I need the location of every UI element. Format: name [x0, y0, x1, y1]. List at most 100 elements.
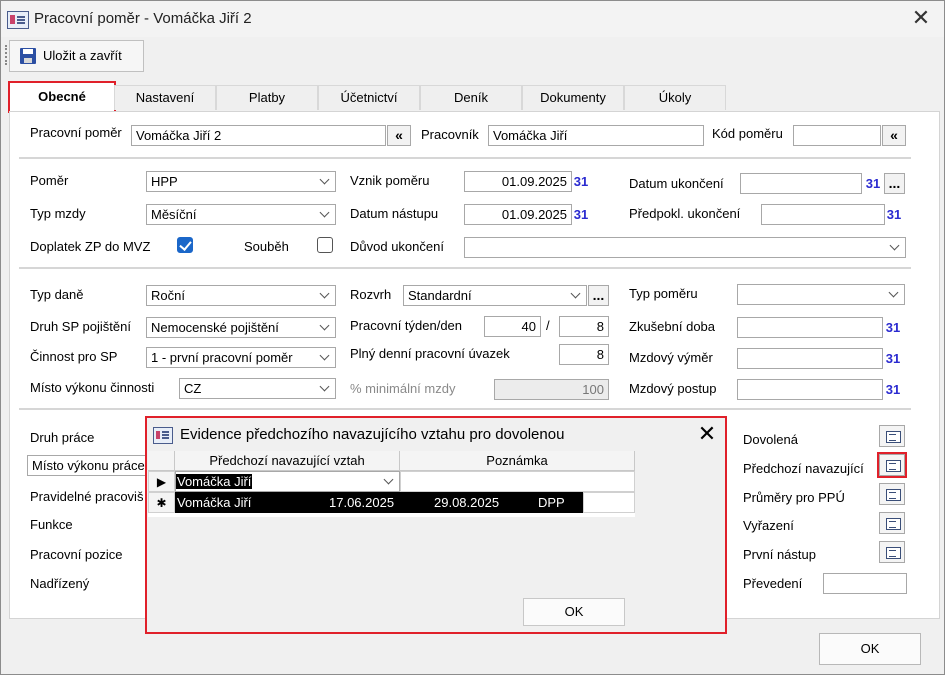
druh-sp-select[interactable]: Nemocenské pojištění [146, 317, 336, 338]
vyrazeni-form-button[interactable] [879, 512, 905, 534]
vznik-label: Vznik poměru [350, 173, 430, 188]
druh-sp-label: Druh SP pojištění [30, 319, 131, 334]
calendar-icon[interactable]: 31 [882, 379, 904, 400]
dropdown-option-from[interactable]: 17.06.2025 [327, 492, 432, 513]
den-field[interactable]: 8 [559, 316, 609, 337]
prumery-label: Průměry pro PPÚ [743, 490, 845, 505]
empty-cell[interactable] [583, 492, 635, 513]
predchozi-navazujici-form-button[interactable] [877, 452, 907, 478]
dropdown-option-name[interactable]: Vomáčka Jiří [175, 492, 327, 513]
column-header-vztah[interactable]: Předchozí navazující vztah [175, 451, 400, 471]
predchozi-navazujici-label: Předchozí navazující [743, 461, 864, 476]
grid-corner [148, 451, 175, 471]
poznamka-cell[interactable] [400, 471, 635, 492]
tyden-label: Pracovní týden/den [350, 318, 463, 333]
tab-nastaveni[interactable]: Nastavení [114, 85, 216, 110]
datum-ukonceni-field[interactable] [740, 173, 862, 194]
save-close-button[interactable]: Uložit a zavřít [9, 40, 144, 72]
calendar-icon[interactable]: 31 [570, 204, 592, 225]
predpokl-ukonceni-field[interactable] [761, 204, 885, 225]
typ-mzdy-select[interactable]: Měsíční [146, 204, 336, 225]
tab-ucetnictvi[interactable]: Účetnictví [318, 85, 420, 110]
misto-cinnosti-label: Místo výkonu činnosti [30, 380, 155, 395]
cinnost-select[interactable]: 1 - první pracovní poměr [146, 347, 336, 368]
typ-dane-select[interactable]: Roční [146, 285, 336, 306]
row-selector-new[interactable]: ✱ [148, 492, 175, 513]
misto-vykonu-prace-field[interactable]: Místo výkonu práce [27, 455, 157, 476]
dropdown-option-to[interactable]: 29.08.2025 [432, 492, 536, 513]
mzdovy-vymer-label: Mzdový výměr [629, 350, 713, 365]
form-icon [886, 547, 901, 559]
divider-1 [19, 157, 911, 159]
tab-dokumenty[interactable]: Dokumenty [522, 85, 624, 110]
vyrazeni-label: Vyřazení [743, 518, 794, 533]
tab-obecne[interactable]: Obecné [8, 81, 116, 113]
pomer-select[interactable]: HPP [146, 171, 336, 192]
calendar-icon[interactable]: 31 [862, 173, 884, 194]
predpokl-ukonceni-label: Předpokl. ukončení [629, 206, 741, 221]
druh-sp-value: Nemocenské pojištění [151, 320, 279, 335]
dialog-app-icon [153, 427, 173, 444]
zkusebni-doba-field[interactable] [737, 317, 883, 338]
chevron-down-icon [315, 172, 335, 191]
form-icon [886, 431, 901, 443]
pracovni-pomer-collapse-button[interactable]: « [387, 125, 411, 146]
dialog-close-icon[interactable]: ✕ [693, 420, 721, 448]
prvni-nastup-form-button[interactable] [879, 541, 905, 563]
row-selector-current[interactable]: ▶ [148, 471, 175, 492]
column-header-poznamka[interactable]: Poznámka [400, 451, 635, 471]
uvazek-field[interactable]: 8 [559, 344, 609, 365]
misto-cinnosti-select[interactable]: CZ [179, 378, 336, 399]
mzdovy-postup-field[interactable] [737, 379, 883, 400]
ok-button[interactable]: OK [819, 633, 921, 665]
tyden-field[interactable]: 40 [484, 316, 541, 337]
chevron-down-icon [315, 379, 335, 398]
tab-ukoly[interactable]: Úkoly [624, 85, 726, 110]
calendar-icon[interactable]: 31 [570, 171, 592, 192]
dialog-ok-button[interactable]: OK [523, 598, 625, 626]
duvod-select[interactable] [464, 237, 906, 258]
toolbar: Uložit a zavřít [2, 37, 943, 73]
dovolena-label: Dovolená [743, 432, 798, 447]
prumery-form-button[interactable] [879, 483, 905, 505]
nastup-field[interactable]: 01.09.2025 [464, 204, 572, 225]
druh-prace-label: Druh práce [30, 430, 95, 445]
vztah-combo[interactable]: Vomáčka Jiří [175, 471, 400, 492]
app-icon [7, 11, 29, 29]
kod-pomeru-label: Kód poměru [712, 126, 783, 141]
chevron-down-icon [379, 472, 399, 491]
prevedeni-field[interactable] [823, 573, 907, 594]
pracovnik-field[interactable]: Vomáčka Jiří [488, 125, 704, 146]
close-icon[interactable]: ✕ [906, 5, 936, 31]
nadrizeny-label: Nadřízený [30, 576, 90, 591]
tab-denik[interactable]: Deník [420, 85, 522, 110]
chevron-down-icon [884, 285, 904, 304]
pravidelne-pracoviste-label: Pravidelné pracoviš [30, 489, 144, 504]
mzdovy-postup-label: Mzdový postup [629, 381, 717, 396]
pracovni-pozice-label: Pracovní pozice [30, 547, 123, 562]
dropdown-option-type[interactable]: DPP [536, 492, 583, 513]
calendar-icon[interactable]: 31 [883, 204, 905, 225]
kod-pomeru-field[interactable] [793, 125, 881, 146]
doplatek-checkbox[interactable] [177, 237, 193, 253]
calendar-icon[interactable]: 31 [882, 348, 904, 369]
pracovni-pomer-field[interactable]: Vomáčka Jiří 2 [131, 125, 386, 146]
form-icon [886, 460, 901, 472]
prevedeni-label: Převedení [743, 576, 803, 591]
mzdovy-vymer-field[interactable] [737, 348, 883, 369]
cinnost-label: Činnost pro SP [30, 349, 118, 364]
ellipsis-button[interactable]: ... [884, 173, 905, 194]
rozvrh-ellipsis-button[interactable]: ... [588, 285, 609, 306]
kod-pomeru-collapse-button[interactable]: « [882, 125, 906, 146]
typ-pomeru-select[interactable] [737, 284, 905, 305]
relations-grid: Předchozí navazující vztah Poznámka ▶ Vo… [148, 451, 635, 517]
calendar-icon[interactable]: 31 [882, 317, 904, 338]
tab-platby[interactable]: Platby [216, 85, 318, 110]
tyden-separator: / [546, 318, 550, 333]
minimalni-mzdy-label: % minimální mzdy [350, 381, 456, 396]
rozvrh-select[interactable]: Standardní [403, 285, 587, 306]
soubeh-checkbox[interactable] [317, 237, 333, 253]
dovolena-form-button[interactable] [879, 425, 905, 447]
vznik-field[interactable]: 01.09.2025 [464, 171, 572, 192]
typ-dane-label: Typ daně [30, 287, 84, 302]
